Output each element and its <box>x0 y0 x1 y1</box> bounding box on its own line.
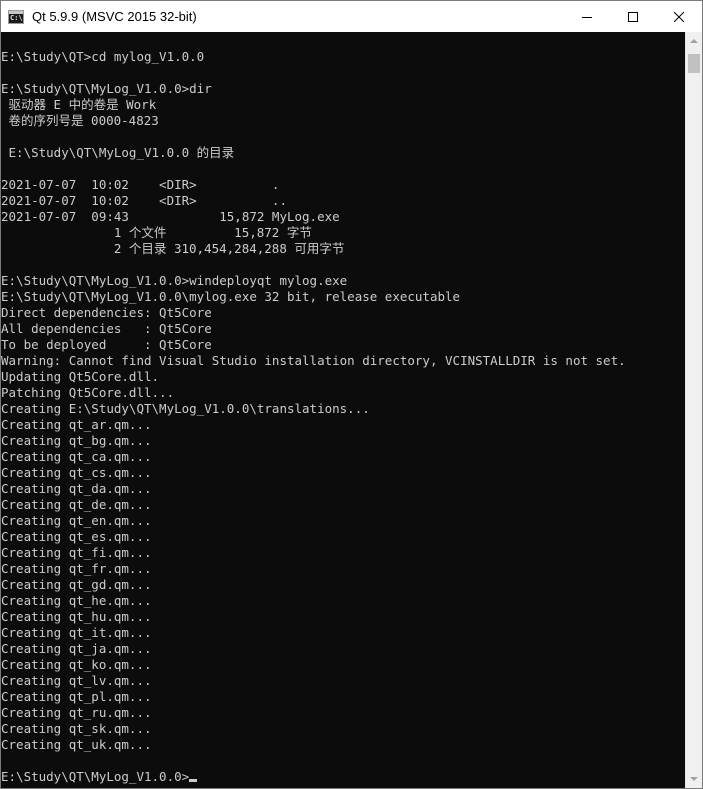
console-line: Creating qt_he.qm... <box>1 593 152 608</box>
scroll-thumb[interactable] <box>688 54 700 73</box>
console-line: E:\Study\QT>cd mylog_V1.0.0 <box>1 49 205 64</box>
scroll-up-arrow-icon <box>690 39 698 43</box>
console-line: Creating qt_uk.qm... <box>1 737 152 752</box>
console-line: 驱动器 E 中的卷是 Work <box>1 97 157 112</box>
minimize-icon <box>582 16 592 18</box>
console-line: Direct dependencies: Qt5Core <box>1 305 212 320</box>
console-line: Creating qt_fi.qm... <box>1 545 152 560</box>
console-line: Creating qt_ru.qm... <box>1 705 152 720</box>
console-line: Creating qt_ar.qm... <box>1 417 152 432</box>
app-icon-glyph: C:\ <box>10 13 23 22</box>
console-line: Creating qt_lv.qm... <box>1 673 152 688</box>
console-app-icon[interactable]: C:\ <box>8 9 24 24</box>
console-line: E:\Study\QT\MyLog_V1.0.0\mylog.exe 32 bi… <box>1 289 461 304</box>
close-button[interactable] <box>656 1 702 32</box>
console-line: Creating qt_de.qm... <box>1 497 152 512</box>
console-line: Creating qt_ko.qm... <box>1 657 152 672</box>
console-line-list: E:\Study\QT>cd mylog_V1.0.0 E:\Study\QT\M… <box>1 49 626 785</box>
maximize-button[interactable] <box>610 1 656 32</box>
console-line: 2021-07-07 10:02 <DIR> . <box>1 177 280 192</box>
console-prompt: E:\Study\QT\MyLog_V1.0.0> <box>1 769 190 784</box>
console-line: Creating qt_hu.qm... <box>1 609 152 624</box>
console-line: E:\Study\QT\MyLog_V1.0.0 的目录 <box>1 145 235 160</box>
console-output[interactable]: E:\Study\QT>cd mylog_V1.0.0 E:\Study\QT\M… <box>1 32 685 788</box>
console-line: Creating qt_gd.qm... <box>1 577 152 592</box>
close-icon <box>674 11 684 22</box>
console-line: Creating qt_fr.qm... <box>1 561 152 576</box>
text-cursor <box>189 779 198 782</box>
console-window: C:\ Qt 5.9.9 (MSVC 2015 32-bit) E:\Study… <box>0 0 703 789</box>
vertical-scrollbar[interactable] <box>685 32 702 788</box>
console-line: E:\Study\QT\MyLog_V1.0.0>windeployqt myl… <box>1 273 348 288</box>
scroll-up-button[interactable] <box>686 32 702 49</box>
scroll-down-arrow-icon <box>690 777 698 781</box>
console-line: All dependencies : Qt5Core <box>1 321 212 336</box>
console-line: E:\Study\QT\MyLog_V1.0.0>dir <box>1 81 212 96</box>
minimize-button[interactable] <box>564 1 610 32</box>
console-line: Creating qt_da.qm... <box>1 481 152 496</box>
console-line: To be deployed : Qt5Core <box>1 337 212 352</box>
window-title: Qt 5.9.9 (MSVC 2015 32-bit) <box>32 9 197 24</box>
title-bar[interactable]: C:\ Qt 5.9.9 (MSVC 2015 32-bit) <box>1 1 702 32</box>
console-line: Creating E:\Study\QT\MyLog_V1.0.0\transl… <box>1 401 370 416</box>
console-line: Creating qt_pl.qm... <box>1 689 152 704</box>
console-line: Patching Qt5Core.dll... <box>1 385 175 400</box>
console-line: Creating qt_it.qm... <box>1 625 152 640</box>
console-line: Creating qt_ca.qm... <box>1 449 152 464</box>
console-line: Creating qt_es.qm... <box>1 529 152 544</box>
console-line: Creating qt_cs.qm... <box>1 465 152 480</box>
maximize-icon <box>628 11 638 22</box>
console-line: Creating qt_ja.qm... <box>1 641 152 656</box>
console-line: Creating qt_sk.qm... <box>1 721 152 736</box>
console-line: Creating qt_bg.qm... <box>1 433 152 448</box>
console-line: 2021-07-07 10:02 <DIR> .. <box>1 193 287 208</box>
console-line: 2021-07-07 09:43 15,872 MyLog.exe <box>1 209 340 224</box>
console-line: 2 个目录 310,454,284,288 可用字节 <box>1 241 345 256</box>
console-line: 1 个文件 15,872 字节 <box>1 225 312 240</box>
console-line: Warning: Cannot find Visual Studio insta… <box>1 353 626 368</box>
console-line: Updating Qt5Core.dll. <box>1 369 160 384</box>
window-controls <box>564 1 702 32</box>
console-line: 卷的序列号是 0000-4823 <box>1 113 159 128</box>
console-prompt-line: E:\Study\QT\MyLog_V1.0.0> <box>1 769 626 785</box>
scroll-down-button[interactable] <box>686 771 702 788</box>
console-line: Creating qt_en.qm... <box>1 513 152 528</box>
